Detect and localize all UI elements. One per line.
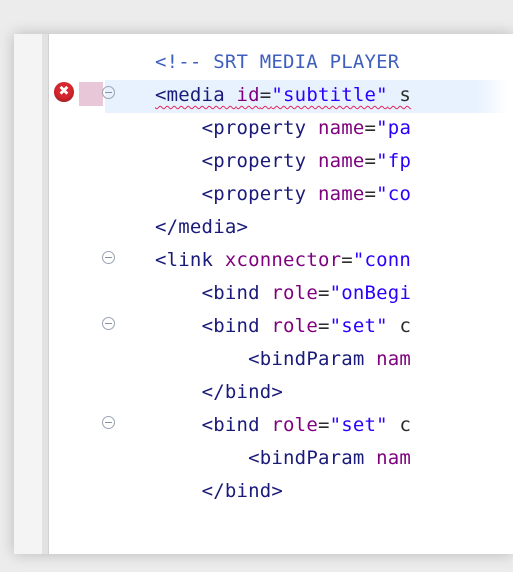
- code-editor[interactable]: <!-- SRT MEDIA PLAYER ✖ <media id="subtitl…: [50, 34, 513, 554]
- code-text: <bind role="set" c: [155, 411, 411, 439]
- collapse-fold-icon[interactable]: [102, 86, 115, 99]
- code-token: <property: [201, 183, 307, 205]
- code-token: role: [271, 414, 318, 436]
- code-text: <property name="fp: [155, 147, 411, 175]
- code-text: </bind>: [155, 477, 283, 505]
- ruler-edge: [42, 34, 48, 554]
- code-token: xconnector: [224, 249, 342, 271]
- code-token: <property: [201, 117, 307, 139]
- code-token: </bind>: [201, 480, 284, 502]
- code-text: <property name="co: [155, 180, 411, 208]
- code-text: <bind role="onBegi: [155, 279, 411, 307]
- code-text: <media id="subtitle" s: [155, 81, 411, 109]
- code-token: =: [317, 315, 330, 337]
- error-icon[interactable]: ✖: [54, 82, 74, 102]
- code-token: <link: [155, 249, 214, 271]
- code-token: nam: [376, 447, 412, 469]
- code-token: =: [364, 183, 377, 205]
- code-token: "co: [376, 183, 412, 205]
- code-token: role: [271, 282, 318, 304]
- code-line-media-close[interactable]: </media>: [50, 211, 513, 243]
- code-token: =: [317, 414, 330, 436]
- code-token: role: [271, 315, 318, 337]
- collapse-fold-icon[interactable]: [102, 416, 115, 429]
- code-token: "onBegi: [329, 282, 412, 304]
- code-token: <bind: [201, 315, 260, 337]
- code-token: <property: [201, 150, 307, 172]
- code-token: "fp: [376, 150, 412, 172]
- code-line-link-open[interactable]: <link xconnector="conn: [50, 244, 513, 276]
- code-token: "set": [329, 414, 388, 436]
- code-token: =: [259, 84, 272, 106]
- error-marker: [79, 82, 103, 106]
- code-token: id: [236, 84, 260, 106]
- code-token: </media>: [155, 216, 249, 238]
- code-text: <link xconnector="conn: [155, 246, 411, 274]
- code-token: c: [387, 315, 412, 337]
- code-token: =: [364, 150, 377, 172]
- code-line-bind-close-2[interactable]: </bind>: [50, 475, 513, 507]
- code-line-bind-set-2[interactable]: <bind role="set" c: [50, 409, 513, 441]
- code-text: </media>: [155, 213, 248, 241]
- code-line-comment[interactable]: <!-- SRT MEDIA PLAYER: [50, 46, 513, 78]
- code-token: "subtitle": [271, 84, 388, 106]
- code-token: <bind: [201, 414, 260, 436]
- code-line-bind-set-1[interactable]: <bind role="set" c: [50, 310, 513, 342]
- xml-editor-window: <!-- SRT MEDIA PLAYER ✖ <media id="subtitl…: [14, 34, 513, 554]
- code-text: <bind role="set" c: [155, 312, 411, 340]
- code-text: <!-- SRT MEDIA PLAYER: [155, 48, 399, 76]
- code-token: </bind>: [201, 381, 284, 403]
- code-line-bindparam-2[interactable]: <bindParam nam: [50, 442, 513, 474]
- code-line-property-2[interactable]: <property name="fp: [50, 145, 513, 177]
- code-token: <bindParam: [248, 447, 365, 469]
- code-token: "conn: [352, 249, 412, 271]
- collapse-fold-icon[interactable]: [102, 317, 115, 330]
- code-token: name: [317, 150, 365, 172]
- code-token: =: [341, 249, 353, 271]
- clipped-edge-fade: [477, 34, 513, 554]
- code-token: name: [317, 183, 365, 205]
- code-text: <property name="pa: [155, 114, 411, 142]
- code-text: </bind>: [155, 378, 283, 406]
- code-token: "pa: [376, 117, 412, 139]
- code-line-media-open[interactable]: ✖ <media id="subtitle" s: [50, 79, 513, 111]
- code-token: =: [317, 282, 330, 304]
- code-token: <!-- SRT MEDIA PLAYER: [155, 51, 400, 73]
- collapse-fold-icon[interactable]: [102, 251, 115, 264]
- code-token: <media: [155, 84, 225, 106]
- code-text: <bindParam nam: [155, 345, 411, 373]
- code-token: nam: [376, 348, 412, 370]
- code-token: c: [387, 414, 412, 436]
- code-token: <bind: [201, 282, 260, 304]
- code-token: name: [317, 117, 365, 139]
- code-line-property-3[interactable]: <property name="co: [50, 178, 513, 210]
- code-token: <bindParam: [248, 348, 365, 370]
- code-token: "set": [329, 315, 388, 337]
- code-line-bind-close-1[interactable]: </bind>: [50, 376, 513, 408]
- code-token: =: [364, 117, 377, 139]
- code-token: s: [387, 84, 412, 106]
- code-line-property-1[interactable]: <property name="pa: [50, 112, 513, 144]
- code-text: <bindParam nam: [155, 444, 411, 472]
- code-line-bind-onbegin[interactable]: <bind role="onBegi: [50, 277, 513, 309]
- code-line-bindparam-1[interactable]: <bindParam nam: [50, 343, 513, 375]
